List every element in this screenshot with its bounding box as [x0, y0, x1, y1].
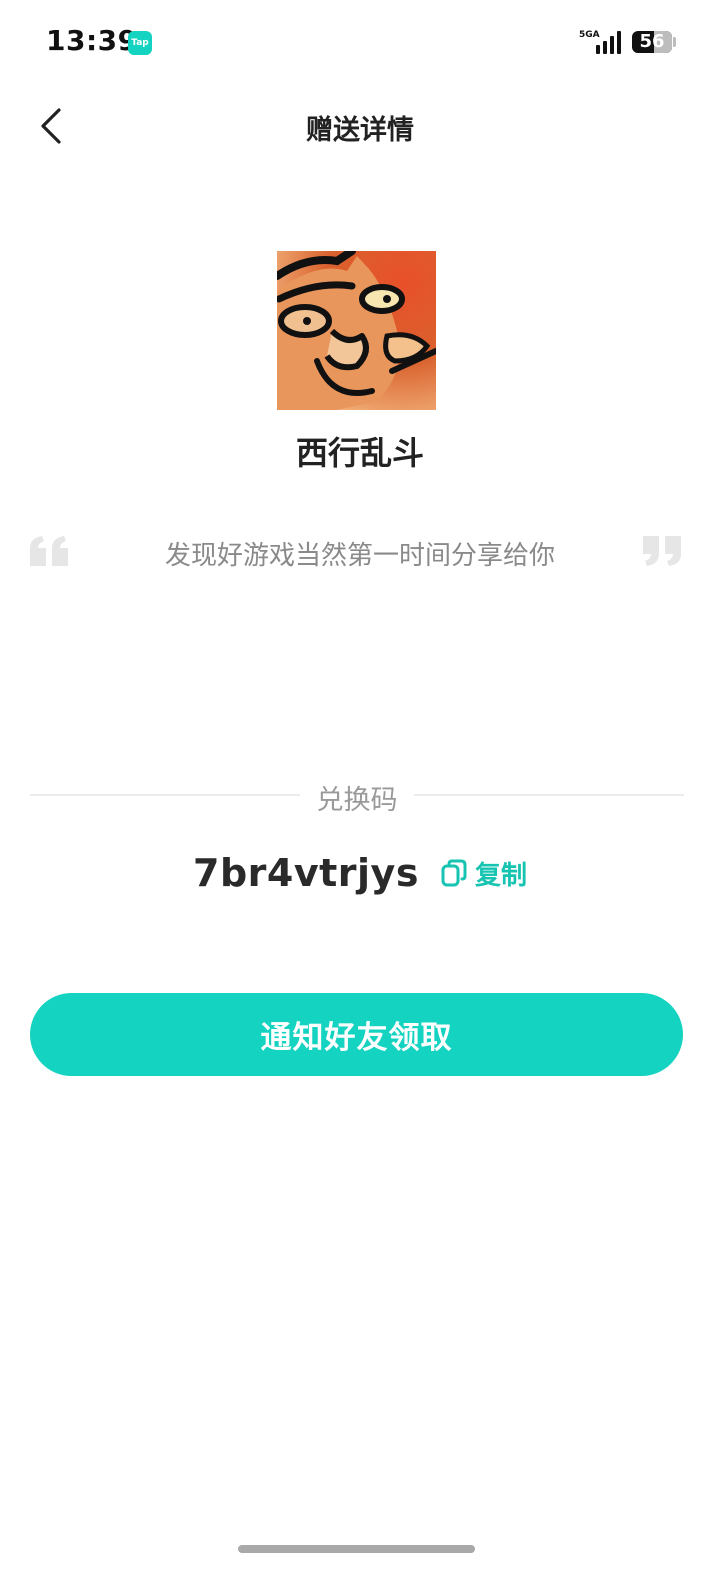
- divider-right: [414, 794, 684, 796]
- battery-tip: [673, 37, 676, 47]
- redeem-code-value: 7br4vtrjys: [193, 851, 419, 895]
- copy-button-label: 复制: [474, 860, 527, 891]
- redeem-code-row: 7br4vtrjys 复制: [0, 851, 720, 895]
- taptap-notification-icon: Tap: [128, 31, 152, 55]
- redeem-code-label: 兑换码: [316, 785, 398, 816]
- copy-icon: [441, 859, 467, 887]
- share-message: 发现好游戏当然第一时间分享给你: [164, 541, 555, 571]
- notify-friend-button[interactable]: 通知好友领取: [30, 993, 683, 1076]
- battery-level: 56: [639, 31, 665, 52]
- close-quote-icon: [641, 534, 685, 572]
- battery-icon: 56: [632, 31, 672, 53]
- divider-left: [30, 794, 300, 796]
- home-indicator[interactable]: [238, 1545, 475, 1553]
- game-cover-image[interactable]: [277, 251, 436, 410]
- status-time: 13:39: [46, 24, 138, 57]
- game-name: 西行乱斗: [295, 434, 424, 472]
- copy-button[interactable]: 复制: [441, 855, 527, 892]
- notify-friend-label: 通知好友领取: [260, 1020, 453, 1056]
- signal-strength-icon: [596, 30, 621, 54]
- page-title: 赠送详情: [306, 115, 414, 146]
